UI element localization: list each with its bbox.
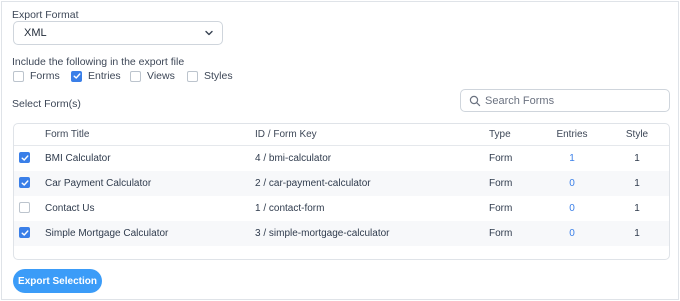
export-selection-button[interactable]: Export Selection xyxy=(13,269,102,293)
style-count: 1 xyxy=(634,203,640,214)
forms-table: Form Title ID / Form Key Type Entries St… xyxy=(13,123,670,260)
include-forms-option[interactable]: Forms xyxy=(13,70,60,82)
row-checkbox[interactable] xyxy=(19,152,30,164)
header-entries: Entries xyxy=(556,129,588,140)
checkmark-icon xyxy=(21,230,28,236)
include-styles-label: Styles xyxy=(204,70,233,82)
search-icon xyxy=(469,95,481,107)
table-row[interactable]: Car Payment Calculator 2 / car-payment-c… xyxy=(14,171,669,196)
include-styles-checkbox[interactable] xyxy=(187,70,198,82)
include-entries-label: Entries xyxy=(88,70,121,82)
include-views-label: Views xyxy=(147,70,175,82)
export-format-label: Export Format xyxy=(12,9,79,21)
search-forms-input[interactable]: Search Forms xyxy=(460,89,670,112)
form-type: Form xyxy=(489,203,513,214)
checkmark-icon xyxy=(73,73,80,79)
header-form-title: Form Title xyxy=(45,129,90,140)
form-title: Contact Us xyxy=(45,203,95,214)
row-checkbox[interactable] xyxy=(19,177,30,189)
form-key: 1 / contact-form xyxy=(255,203,325,214)
include-forms-checkbox[interactable] xyxy=(13,70,24,82)
export-panel: Export Format XML Include the following … xyxy=(1,1,679,300)
table-row[interactable]: Simple Mortgage Calculator 3 / simple-mo… xyxy=(14,221,669,246)
export-format-select[interactable]: XML xyxy=(13,21,223,45)
checkmark-icon xyxy=(21,155,28,161)
form-type: Form xyxy=(489,228,513,239)
style-count: 1 xyxy=(634,178,640,189)
chevron-down-icon xyxy=(205,30,213,36)
entries-link[interactable]: 0 xyxy=(552,228,592,239)
row-checkbox[interactable] xyxy=(19,227,30,239)
form-title: Simple Mortgage Calculator xyxy=(45,228,169,239)
header-style: Style xyxy=(625,129,649,140)
row-checkbox[interactable] xyxy=(19,201,30,213)
include-styles-option[interactable]: Styles xyxy=(187,70,233,82)
table-row[interactable]: Contact Us 1 / contact-form Form 0 1 xyxy=(14,196,669,221)
export-format-value: XML xyxy=(24,27,47,39)
include-views-checkbox[interactable] xyxy=(130,70,141,82)
search-forms-placeholder: Search Forms xyxy=(485,94,555,107)
form-type: Form xyxy=(489,178,513,189)
header-form-key: ID / Form Key xyxy=(255,129,317,140)
form-title: BMI Calculator xyxy=(45,153,111,164)
form-type: Form xyxy=(489,153,513,164)
form-key: 2 / car-payment-calculator xyxy=(255,178,371,189)
include-label: Include the following in the export file xyxy=(12,56,185,68)
form-key: 3 / simple-mortgage-calculator xyxy=(255,228,390,239)
include-entries-option[interactable]: Entries xyxy=(71,70,121,82)
form-key: 4 / bmi-calculator xyxy=(255,153,332,164)
include-entries-checkbox[interactable] xyxy=(71,70,82,82)
header-type: Type xyxy=(489,129,511,140)
entries-link[interactable]: 0 xyxy=(552,178,592,189)
select-forms-label: Select Form(s) xyxy=(12,98,81,110)
style-count: 1 xyxy=(634,228,640,239)
style-count: 1 xyxy=(634,153,640,164)
entries-link[interactable]: 1 xyxy=(552,153,592,164)
table-row[interactable]: BMI Calculator 4 / bmi-calculator Form 1… xyxy=(14,146,669,171)
entries-link[interactable]: 0 xyxy=(552,203,592,214)
form-title: Car Payment Calculator xyxy=(45,178,152,189)
include-views-option[interactable]: Views xyxy=(130,70,175,82)
include-forms-label: Forms xyxy=(30,70,60,82)
table-header: Form Title ID / Form Key Type Entries St… xyxy=(14,124,669,146)
checkmark-icon xyxy=(21,180,28,186)
